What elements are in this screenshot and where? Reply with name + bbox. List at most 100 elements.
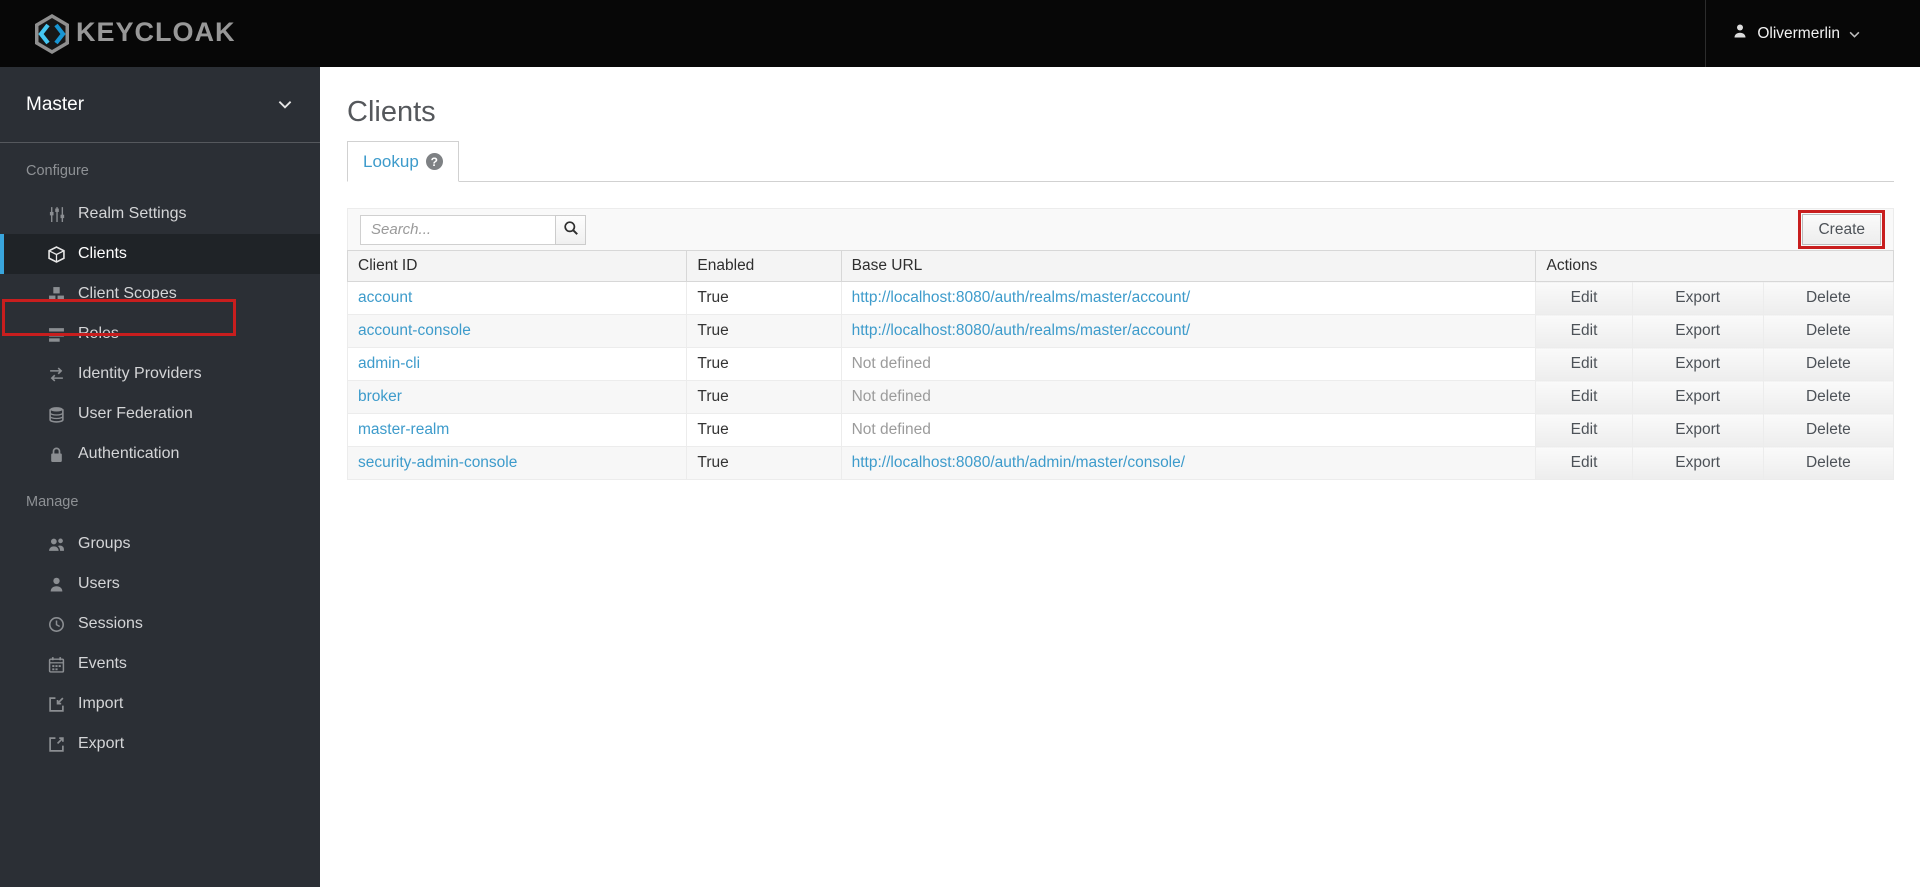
table-row: account True http://localhost:8080/auth/re… [346,281,1895,315]
client-id-link[interactable]: account-console [358,322,471,339]
base-url-cell: http://localhost:8080/auth/realms/master… [840,314,1537,348]
sidebar-item-groups[interactable]: Groups [0,524,320,564]
chevron-down-icon [1849,25,1860,43]
tab-lookup-label: Lookup [363,151,419,171]
base-url-not-defined: Not defined [851,355,931,372]
clients-table: Client ID Enabled Base URL Actions account T… [346,250,1895,480]
edit-action-button[interactable]: Edit [1535,314,1633,348]
client-id-link[interactable]: security-admin-console [358,454,517,471]
search-group [360,214,586,245]
client-id-cell: security-admin-console [346,446,688,480]
client-id-cell: admin-cli [346,347,688,381]
sidebar-item-label: Identity Providers [78,365,202,382]
sidebar-item-label: Export [78,735,125,752]
export-action-button[interactable]: Export [1631,446,1764,480]
create-button[interactable]: Create [1802,214,1881,245]
delete-action-button[interactable]: Delete [1762,380,1895,414]
sidebar-item-import[interactable]: Import [0,684,320,724]
client-id-link[interactable]: master-realm [358,421,449,438]
sidebar-item-label: Users [78,575,120,592]
export-action-button[interactable]: Export [1631,281,1764,315]
user-icon [48,576,65,593]
clients-panel: Create Client IDEnabledBase URLActions a… [346,208,1895,480]
table-row: account-console True http://localhost:8080… [346,314,1895,348]
base-url-not-defined: Not defined [851,388,931,405]
sidebar-item-events[interactable]: Events [0,644,320,684]
base-url-link[interactable]: http://localhost:8080/auth/realms/master… [852,289,1191,306]
delete-action-button[interactable]: Delete [1762,413,1895,447]
enabled-cell: True [686,413,842,447]
nav-section-label-manage: Manage [26,494,79,510]
delete-action-button[interactable]: Delete [1762,347,1895,381]
sidebar-item-sessions[interactable]: Sessions [0,604,320,644]
sidebar-item-label: Client Scopes [78,285,177,302]
export-action-button[interactable]: Export [1631,347,1764,381]
enabled-cell: True [686,314,842,348]
realm-selector[interactable]: Master [0,67,320,143]
sidebar: Master Configure Realm Settings Clients Cli… [0,67,320,887]
export-action-button[interactable]: Export [1631,314,1764,348]
table-row: broker True Not defined Edit Export Delete [346,380,1895,414]
client-id-link[interactable]: account [358,289,412,306]
sidebar-item-roles[interactable]: Roles [0,314,320,354]
tab-lookup[interactable]: Lookup ? [347,141,459,182]
annotation-box-create: Create [1798,210,1885,249]
keycloak-admin-console: KEYCLOAK Olivermerlin Master Configure R… [0,0,1920,887]
nav-section-label-configure: Configure [26,163,89,179]
edit-action-button[interactable]: Edit [1535,380,1633,414]
base-url-link[interactable]: http://localhost:8080/auth/realms/master… [852,322,1191,339]
import-icon [48,696,65,713]
sidebar-item-realm-settings[interactable]: Realm Settings [0,194,320,234]
client-id-link[interactable]: broker [358,388,402,405]
edit-action-button[interactable]: Edit [1535,413,1633,447]
help-icon[interactable]: ? [425,153,443,170]
column-header-enabled: Enabled [686,250,842,282]
edit-action-button[interactable]: Edit [1535,281,1633,315]
cubes-icon [48,286,65,303]
column-header-actions: Actions [1535,250,1894,282]
user-menu[interactable]: Olivermerlin [1705,0,1920,67]
column-header-client-id: Client ID [346,250,688,282]
sidebar-item-client-scopes[interactable]: Client Scopes [0,274,320,314]
base-url-cell: Not defined [840,347,1537,381]
clock-icon [48,616,65,633]
export-action-button[interactable]: Export [1631,380,1764,414]
sidebar-item-label: User Federation [78,405,193,422]
calendar-icon [48,656,65,673]
search-button[interactable] [555,214,586,245]
sidebar-item-clients[interactable]: Clients [0,234,320,274]
export-action-button[interactable]: Export [1631,413,1764,447]
sidebar-item-label: Import [78,695,124,712]
enabled-cell: True [686,281,842,315]
exchange-icon [48,366,65,383]
sidebar-item-label: Authentication [78,445,180,462]
sidebar-item-identity-providers[interactable]: Identity Providers [0,354,320,394]
sidebar-item-export[interactable]: Export [0,724,320,764]
client-id-link[interactable]: admin-cli [358,355,420,372]
enabled-cell: True [686,347,842,381]
search-input[interactable] [360,214,556,245]
edit-action-button[interactable]: Edit [1535,347,1633,381]
delete-action-button[interactable]: Delete [1762,446,1895,480]
table-row: master-realm True Not defined Edit Export Del… [346,413,1895,447]
base-url-link[interactable]: http://localhost:8080/auth/admin/master/… [852,454,1185,471]
tab-bar: Lookup ? [347,141,1894,182]
table-row: security-admin-console True http://localho… [346,446,1895,480]
column-header-base-url: Base URL [840,250,1537,282]
topbar: KEYCLOAK Olivermerlin [0,0,1920,67]
table-row: admin-cli True Not defined Edit Export Delete [346,347,1895,381]
table-toolbar: Create [347,208,1894,250]
delete-action-button[interactable]: Delete [1762,281,1895,315]
users-icon [48,536,65,553]
sidebar-item-label: Realm Settings [78,205,187,222]
edit-action-button[interactable]: Edit [1535,446,1633,480]
delete-action-button[interactable]: Delete [1762,314,1895,348]
sidebar-item-user-federation[interactable]: User Federation [0,394,320,434]
sidebar-item-label: Events [78,655,127,672]
sidebar-nav: Configure Realm Settings Clients Client Sco… [0,143,320,764]
search-icon [563,220,579,239]
sidebar-item-authentication[interactable]: Authentication [0,434,320,474]
sidebar-item-users[interactable]: Users [0,564,320,604]
lock-icon [48,446,65,463]
user-name: Olivermerlin [1757,24,1840,42]
